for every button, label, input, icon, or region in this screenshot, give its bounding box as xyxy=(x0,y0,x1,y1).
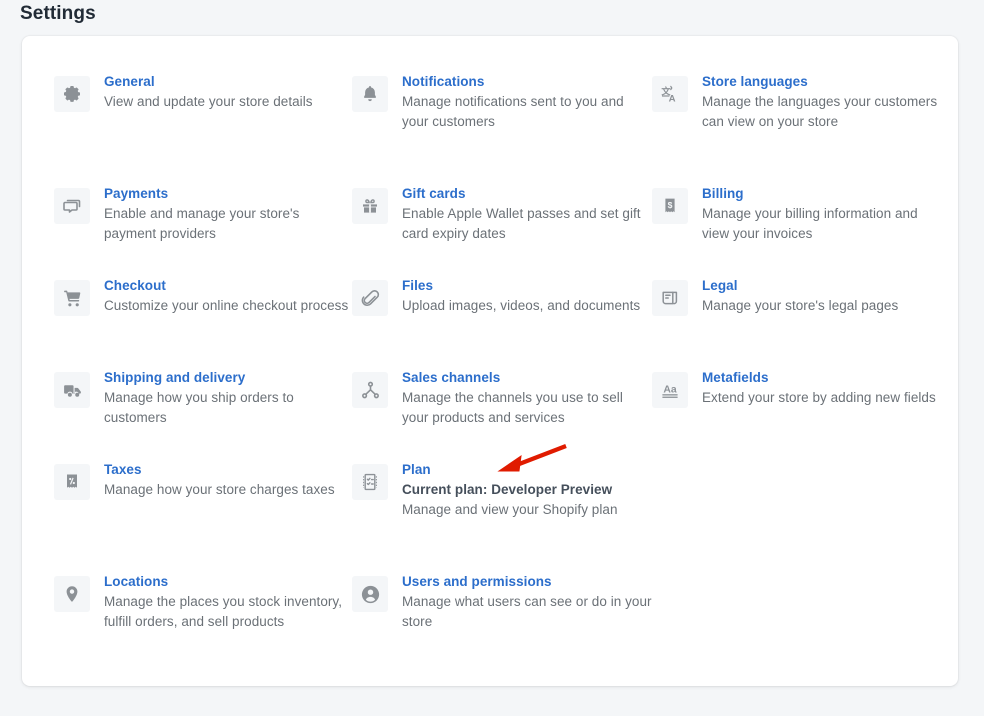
setting-item-text: Plan Current plan: Developer Preview Man… xyxy=(402,460,618,520)
checkout-cart-icon xyxy=(54,280,90,316)
svg-text:A: A xyxy=(669,93,676,104)
setting-item-text: Billing Manage your billing information … xyxy=(702,184,942,244)
setting-item-text: Locations Manage the places you stock in… xyxy=(104,572,354,632)
setting-item-payments[interactable]: Payments Enable and manage your store's … xyxy=(54,184,354,244)
shipping-truck-icon xyxy=(54,372,90,408)
setting-item-description: Manage the places you stock inventory, f… xyxy=(104,594,343,629)
setting-item-text: Metafields Extend your store by adding n… xyxy=(702,368,936,408)
setting-item-text: Payments Enable and manage your store's … xyxy=(104,184,354,244)
setting-item-title[interactable]: Locations xyxy=(104,572,354,591)
legal-scroll-icon xyxy=(652,280,688,316)
setting-item-text: Store languages Manage the languages you… xyxy=(702,72,942,132)
setting-item-description: Manage and view your Shopify plan xyxy=(402,502,618,517)
setting-item-description: Manage how you ship orders to customers xyxy=(104,390,294,425)
setting-item-title[interactable]: Checkout xyxy=(104,276,348,295)
setting-item-text: Checkout Customize your online checkout … xyxy=(104,276,348,316)
setting-item-text: General View and update your store detai… xyxy=(104,72,313,112)
settings-column-2: Notifications Manage notifications sent … xyxy=(352,36,652,686)
setting-item-plan[interactable]: Plan Current plan: Developer Preview Man… xyxy=(352,460,618,520)
user-circle-icon xyxy=(352,576,388,612)
setting-item-title[interactable]: Notifications xyxy=(402,72,652,91)
plan-checklist-icon xyxy=(352,464,388,500)
setting-item-title[interactable]: Metafields xyxy=(702,368,936,387)
setting-item-files[interactable]: Files Upload images, videos, and documen… xyxy=(352,276,640,316)
setting-item-text: Taxes Manage how your store charges taxe… xyxy=(104,460,335,500)
setting-item-notifications[interactable]: Notifications Manage notifications sent … xyxy=(352,72,652,132)
setting-item-description: Manage the channels you use to sell your… xyxy=(402,390,623,425)
page-title: Settings xyxy=(20,3,96,24)
setting-item-legal[interactable]: Legal Manage your store's legal pages xyxy=(652,276,898,316)
setting-item-description: Manage your billing information and view… xyxy=(702,206,918,241)
setting-item-title[interactable]: Billing xyxy=(702,184,942,203)
setting-item-store-languages[interactable]: 文A Store languages Manage the languages … xyxy=(652,72,942,132)
setting-item-description: Manage the languages your customers can … xyxy=(702,94,938,129)
setting-item-gift-cards[interactable]: Gift cards Enable Apple Wallet passes an… xyxy=(352,184,652,244)
settings-column-1: General View and update your store detai… xyxy=(54,36,354,686)
setting-item-title[interactable]: Shipping and delivery xyxy=(104,368,354,387)
taxes-receipt-icon xyxy=(54,464,90,500)
setting-item-title[interactable]: Plan xyxy=(402,460,618,479)
payments-icon xyxy=(54,188,90,224)
setting-item-taxes[interactable]: Taxes Manage how your store charges taxe… xyxy=(54,460,335,500)
svg-text:Aa: Aa xyxy=(663,384,677,395)
setting-item-title[interactable]: Payments xyxy=(104,184,354,203)
metafields-aa-icon: Aa xyxy=(652,372,688,408)
setting-item-users-and-permissions[interactable]: Users and permissions Manage what users … xyxy=(352,572,652,632)
setting-item-description: Manage what users can see or do in your … xyxy=(402,594,652,629)
bell-icon xyxy=(352,76,388,112)
setting-item-sales-channels[interactable]: Sales channels Manage the channels you u… xyxy=(352,368,652,428)
setting-item-general[interactable]: General View and update your store detai… xyxy=(54,72,313,112)
setting-item-title[interactable]: Store languages xyxy=(702,72,942,91)
paperclip-icon xyxy=(352,280,388,316)
setting-item-description: Enable and manage your store's payment p… xyxy=(104,206,300,241)
setting-item-text: Shipping and delivery Manage how you shi… xyxy=(104,368,354,428)
translate-language-icon: 文A xyxy=(652,76,688,112)
setting-item-title[interactable]: Taxes xyxy=(104,460,335,479)
setting-item-text: Legal Manage your store's legal pages xyxy=(702,276,898,316)
setting-item-title[interactable]: Sales channels xyxy=(402,368,652,387)
setting-item-locations[interactable]: Locations Manage the places you stock in… xyxy=(54,572,354,632)
setting-item-metafields[interactable]: Aa Metafields Extend your store by addin… xyxy=(652,368,936,408)
setting-item-shipping-and-delivery[interactable]: Shipping and delivery Manage how you shi… xyxy=(54,368,354,428)
setting-item-title[interactable]: Legal xyxy=(702,276,898,295)
setting-item-text: Notifications Manage notifications sent … xyxy=(402,72,652,132)
billing-receipt-icon: $ xyxy=(652,188,688,224)
setting-item-checkout[interactable]: Checkout Customize your online checkout … xyxy=(54,276,348,316)
setting-item-title[interactable]: Gift cards xyxy=(402,184,652,203)
setting-item-title[interactable]: Files xyxy=(402,276,640,295)
settings-column-3: 文A Store languages Manage the languages … xyxy=(652,36,942,686)
svg-text:$: $ xyxy=(668,200,673,210)
setting-item-description: Enable Apple Wallet passes and set gift … xyxy=(402,206,641,241)
setting-item-description: Manage notifications sent to you and you… xyxy=(402,94,624,129)
setting-item-description: Upload images, videos, and documents xyxy=(402,298,641,313)
setting-item-text: Users and permissions Manage what users … xyxy=(402,572,652,632)
setting-item-text: Gift cards Enable Apple Wallet passes an… xyxy=(402,184,652,244)
setting-item-description: Manage how your store charges taxes xyxy=(104,482,335,497)
setting-item-text: Files Upload images, videos, and documen… xyxy=(402,276,640,316)
settings-grid: General View and update your store detai… xyxy=(22,36,958,686)
setting-item-description: Manage your store's legal pages xyxy=(702,298,899,313)
setting-item-description: Extend your store by adding new fields xyxy=(702,390,936,405)
sales-channels-icon xyxy=(352,372,388,408)
setting-item-current-plan: Current plan: Developer Preview xyxy=(402,482,613,497)
setting-item-description: View and update your store details xyxy=(104,94,313,109)
settings-card: General View and update your store detai… xyxy=(22,36,958,686)
setting-item-billing[interactable]: $ Billing Manage your billing informatio… xyxy=(652,184,942,244)
gift-card-icon xyxy=(352,188,388,224)
setting-item-text: Sales channels Manage the channels you u… xyxy=(402,368,652,428)
setting-item-description: Customize your online checkout process xyxy=(104,298,349,313)
gear-icon xyxy=(54,76,90,112)
setting-item-title[interactable]: Users and permissions xyxy=(402,572,652,591)
setting-item-title[interactable]: General xyxy=(104,72,313,91)
location-pin-icon xyxy=(54,576,90,612)
